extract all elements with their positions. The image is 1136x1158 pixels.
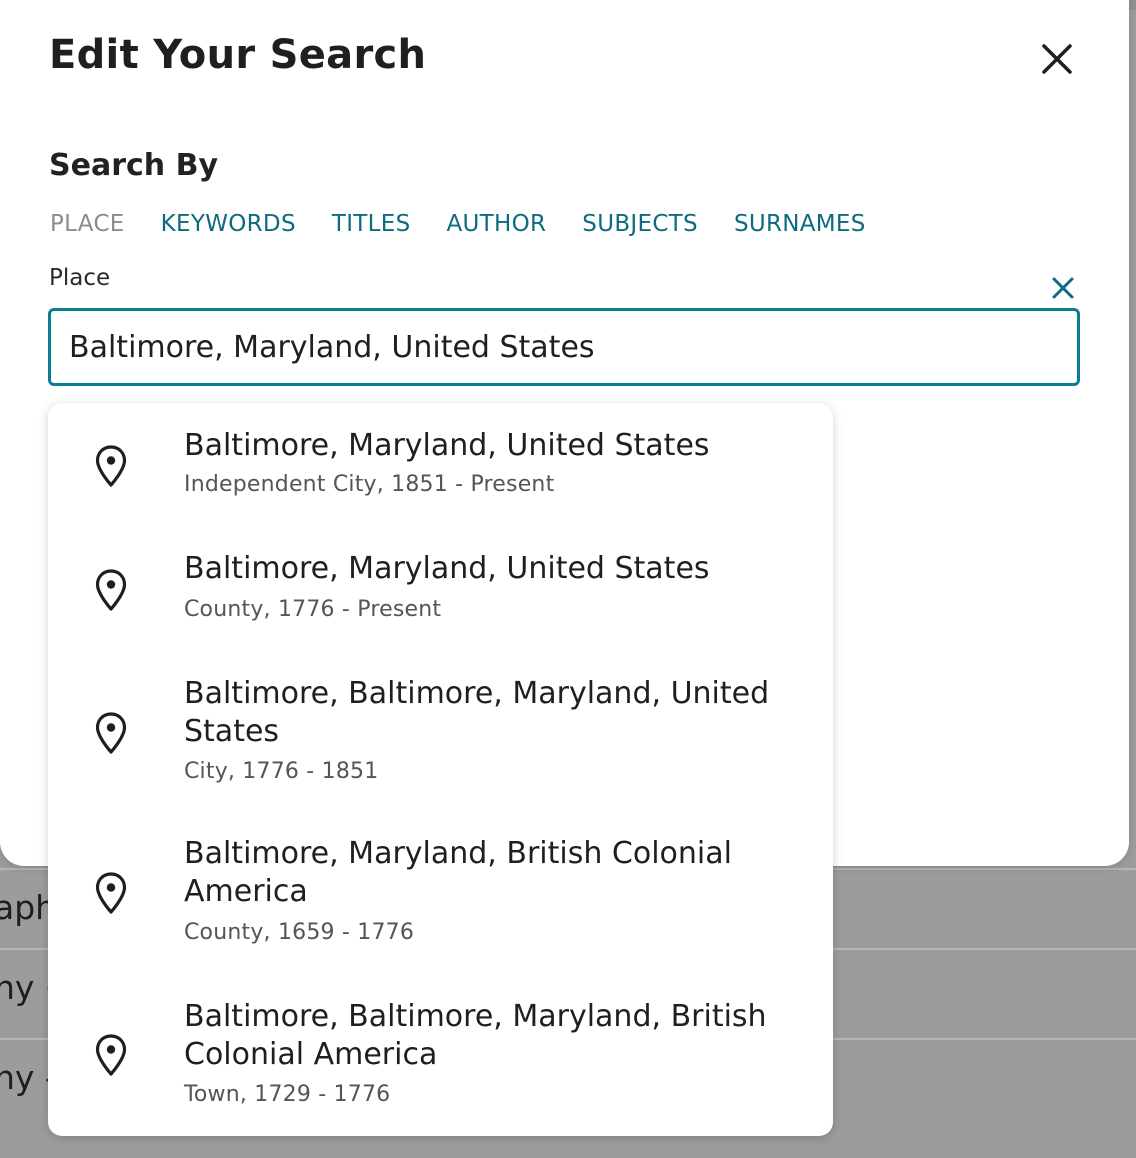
tab-author[interactable]: AUTHOR	[446, 211, 546, 237]
map-pin-icon	[95, 1034, 127, 1076]
suggestion-title: Baltimore, Maryland, British Colonial Am…	[184, 836, 732, 909]
map-pin-icon	[95, 445, 127, 487]
suggestion-item[interactable]: Baltimore, Baltimore, Maryland, British …	[48, 975, 833, 1136]
clear-input-button[interactable]	[1050, 275, 1076, 301]
tab-keywords[interactable]: KEYWORDS	[161, 211, 296, 237]
clear-icon	[1052, 277, 1074, 299]
place-search-input[interactable]	[48, 308, 1080, 386]
suggestion-subtitle: County, 1659 - 1776	[184, 920, 415, 945]
search-by-label: Search By	[49, 148, 218, 183]
modal-title: Edit Your Search	[49, 32, 427, 78]
suggestion-title: Baltimore, Baltimore, Maryland, United S…	[184, 676, 770, 749]
search-type-tabs: PLACE KEYWORDS TITLES AUTHOR SUBJECTS SU…	[50, 211, 902, 237]
suggestion-subtitle: Town, 1729 - 1776	[184, 1082, 391, 1107]
suggestion-item[interactable]: Baltimore, Maryland, United States Indep…	[48, 403, 833, 527]
tab-subjects[interactable]: SUBJECTS	[582, 211, 698, 237]
map-pin-icon	[95, 872, 127, 914]
suggestion-title: Baltimore, Maryland, United States	[184, 551, 710, 586]
suggestion-subtitle: City, 1776 - 1851	[184, 759, 379, 784]
suggestion-subtitle: County, 1776 - Present	[184, 597, 442, 622]
suggestion-title: Baltimore, Baltimore, Maryland, British …	[184, 999, 767, 1072]
place-suggestions-dropdown: Baltimore, Maryland, United States Indep…	[48, 403, 833, 1136]
suggestion-title: Baltimore, Maryland, United States	[184, 428, 710, 463]
place-field-label: Place	[49, 265, 111, 291]
suggestion-item[interactable]: Baltimore, Baltimore, Maryland, United S…	[48, 653, 833, 813]
tab-place[interactable]: PLACE	[50, 211, 125, 237]
suggestion-subtitle: Independent City, 1851 - Present	[184, 472, 555, 497]
close-icon	[1042, 44, 1072, 74]
map-pin-icon	[95, 712, 127, 754]
suggestion-item[interactable]: Baltimore, Maryland, British Colonial Am…	[48, 813, 833, 975]
close-button[interactable]	[1036, 38, 1078, 80]
tab-surnames[interactable]: SURNAMES	[734, 211, 866, 237]
tab-titles[interactable]: TITLES	[332, 211, 411, 237]
suggestion-item[interactable]: Baltimore, Maryland, United States Count…	[48, 527, 833, 653]
map-pin-icon	[95, 569, 127, 611]
